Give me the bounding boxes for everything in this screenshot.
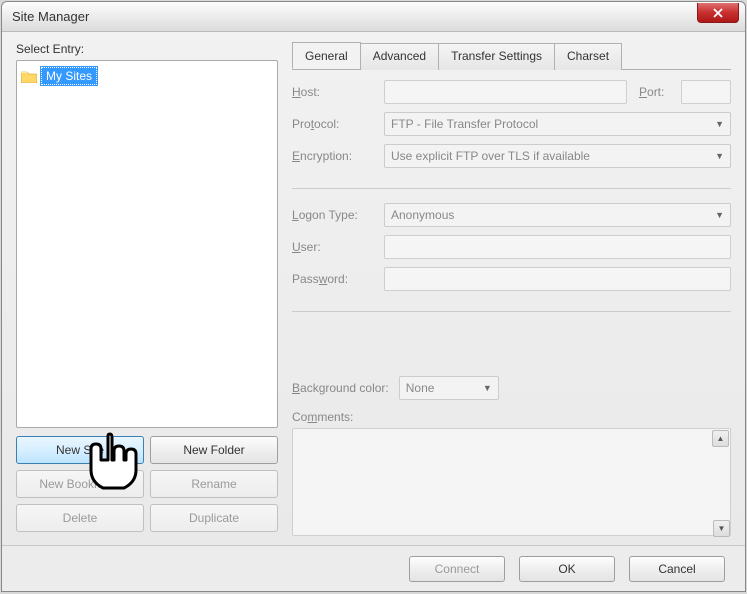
delete-button: Delete bbox=[16, 504, 144, 532]
encryption-select: Use explicit FTP over TLS if available ▼ bbox=[384, 144, 731, 168]
window-title: Site Manager bbox=[8, 9, 89, 24]
select-entry-label: Select Entry: bbox=[16, 42, 278, 56]
user-input bbox=[384, 235, 731, 259]
comments-label: Comments: bbox=[292, 410, 731, 424]
bgcolor-label: Background color: bbox=[292, 381, 389, 395]
site-buttons: New Site New Folder New Bookmark Rename … bbox=[16, 436, 278, 532]
tree-root-item[interactable]: My Sites bbox=[21, 67, 273, 85]
dialog-footer: Connect OK Cancel bbox=[2, 545, 745, 591]
protocol-select: FTP - File Transfer Protocol ▼ bbox=[384, 112, 731, 136]
scroll-down-icon: ▼ bbox=[713, 520, 730, 537]
chevron-down-icon: ▼ bbox=[715, 151, 724, 161]
port-input bbox=[681, 80, 731, 104]
port-label: Port: bbox=[639, 85, 675, 99]
encryption-value: Use explicit FTP over TLS if available bbox=[391, 149, 590, 163]
comments-textarea bbox=[292, 428, 731, 536]
protocol-label: Protocol: bbox=[292, 117, 378, 131]
tab-general[interactable]: General bbox=[292, 42, 361, 69]
bgcolor-value: None bbox=[406, 381, 435, 395]
divider bbox=[292, 188, 731, 189]
connect-button: Connect bbox=[409, 556, 505, 582]
logon-type-value: Anonymous bbox=[391, 208, 454, 222]
left-panel: Select Entry: My Sites New Site New Fold… bbox=[16, 42, 278, 532]
site-manager-dialog: Site Manager Select Entry: My Sites New … bbox=[1, 1, 746, 592]
scroll-up-icon: ▲ bbox=[712, 430, 729, 447]
duplicate-button: Duplicate bbox=[150, 504, 278, 532]
site-tree[interactable]: My Sites bbox=[16, 60, 278, 428]
folder-icon bbox=[21, 70, 37, 83]
new-site-button[interactable]: New Site bbox=[16, 436, 144, 464]
tab-bar: General Advanced Transfer Settings Chars… bbox=[292, 42, 731, 70]
tab-transfer-settings[interactable]: Transfer Settings bbox=[438, 43, 555, 70]
encryption-label: Encryption: bbox=[292, 149, 378, 163]
logon-type-label: Logon Type: bbox=[292, 208, 378, 222]
tab-charset[interactable]: Charset bbox=[554, 43, 622, 70]
protocol-value: FTP - File Transfer Protocol bbox=[391, 117, 538, 131]
chevron-down-icon: ▼ bbox=[715, 119, 724, 129]
close-icon bbox=[713, 8, 723, 18]
close-button[interactable] bbox=[697, 3, 739, 23]
password-label: Password: bbox=[292, 272, 378, 286]
tab-advanced[interactable]: Advanced bbox=[360, 43, 439, 70]
bgcolor-select: None ▼ bbox=[399, 376, 499, 400]
cancel-button[interactable]: Cancel bbox=[629, 556, 725, 582]
password-input bbox=[384, 267, 731, 291]
host-label: Host: bbox=[292, 85, 378, 99]
tree-root-label: My Sites bbox=[41, 67, 97, 85]
logon-type-select: Anonymous ▼ bbox=[384, 203, 731, 227]
host-input bbox=[384, 80, 627, 104]
right-panel: General Advanced Transfer Settings Chars… bbox=[292, 42, 731, 532]
titlebar[interactable]: Site Manager bbox=[2, 2, 745, 32]
user-label: User: bbox=[292, 240, 378, 254]
new-bookmark-button: New Bookmark bbox=[16, 470, 144, 498]
ok-button[interactable]: OK bbox=[519, 556, 615, 582]
divider bbox=[292, 311, 731, 312]
new-folder-button[interactable]: New Folder bbox=[150, 436, 278, 464]
chevron-down-icon: ▼ bbox=[715, 210, 724, 220]
chevron-down-icon: ▼ bbox=[483, 383, 492, 393]
rename-button: Rename bbox=[150, 470, 278, 498]
